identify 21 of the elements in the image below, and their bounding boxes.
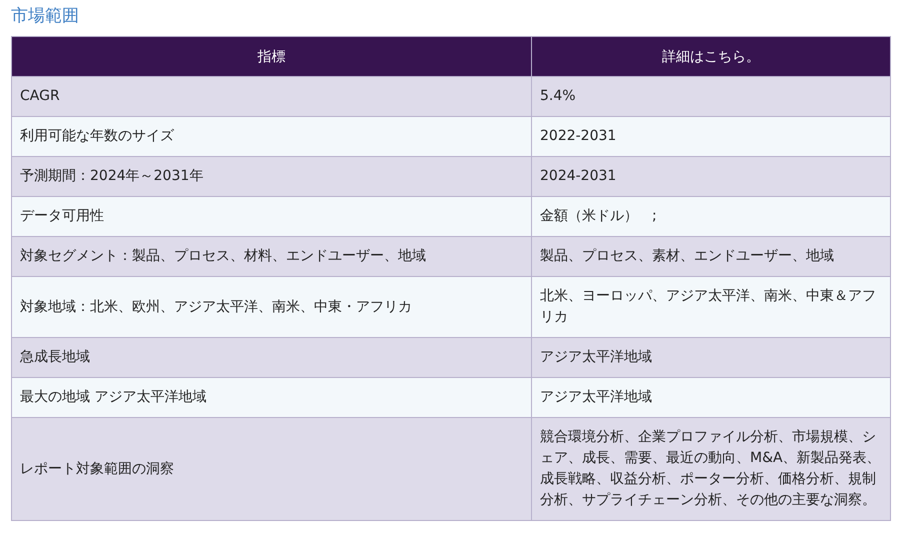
column-header: 詳細はこちら。 xyxy=(532,36,890,76)
table-cell: 予測期間：2024年～2031年 xyxy=(12,156,532,196)
table-cell: 金額（米ドル） ; xyxy=(532,196,890,236)
table-cell: 2024-2031 xyxy=(532,156,890,196)
table-cell: 北米、ヨーロッパ、アジア太平洋、南米、中東＆アフリカ xyxy=(532,276,890,338)
table-cell: 2022-2031 xyxy=(532,116,890,156)
table-cell: アジア太平洋地域 xyxy=(532,338,890,378)
column-header: 指標 xyxy=(12,36,532,76)
table-cell: アジア太平洋地域 xyxy=(532,378,890,418)
table-cell: データ可用性 xyxy=(12,196,532,236)
table-cell: 製品、プロセス、素材、エンドユーザー、地域 xyxy=(532,236,890,276)
table-cell: 最大の地域 アジア太平洋地域 xyxy=(12,378,532,418)
table-cell: 急成長地域 xyxy=(12,338,532,378)
section-title: 市場範囲 xyxy=(11,5,80,28)
table-cell: 対象地域：北米、欧州、アジア太平洋、南米、中東・アフリカ xyxy=(12,276,532,338)
table-cell: 競合環境分析、企業プロファイル分析、市場規模、シェア、成長、需要、最近の動向、M&A、新製品発表、成長戦略、収益分析、ポーター分析、価格分析、規制分析、サプライチェーン分析、その他の主要な洞察。 xyxy=(532,418,890,520)
table-cell: レポート対象範囲の洞察 xyxy=(12,418,532,520)
table-cell: 5.4% xyxy=(532,76,890,116)
table-cell: CAGR xyxy=(12,76,532,116)
table-cell: 利用可能な年数のサイズ xyxy=(12,116,532,156)
table-cell: 対象セグメント：製品、プロセス、材料、エンドユーザー、地域 xyxy=(12,236,532,276)
